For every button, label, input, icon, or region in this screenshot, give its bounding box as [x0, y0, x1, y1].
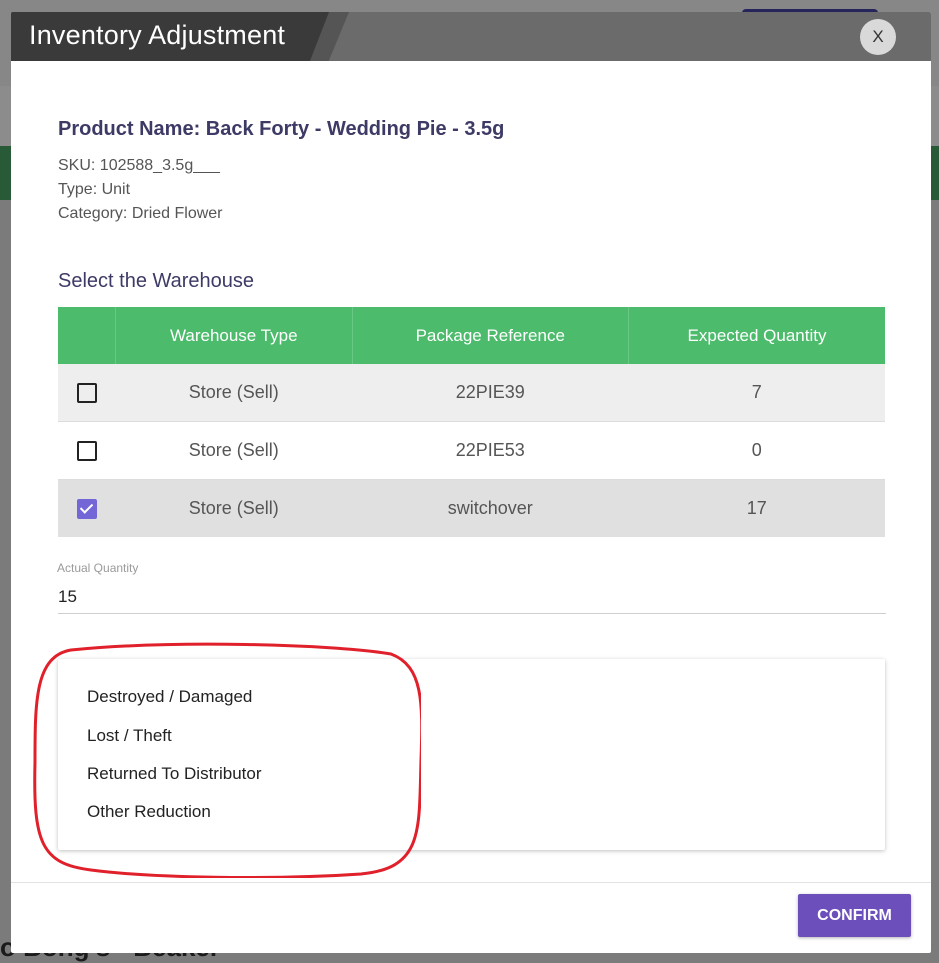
warehouse-type-cell: Store (Sell): [115, 479, 352, 537]
table-row[interactable]: Store (Sell) 22PIE53 0: [58, 421, 885, 480]
warehouse-table: Warehouse Type Package Reference Expecte…: [58, 307, 885, 537]
table-header-row: Warehouse Type Package Reference Expecte…: [58, 307, 885, 364]
warehouse-section-title: Select the Warehouse: [58, 270, 255, 292]
row-checkbox-checked[interactable]: [76, 499, 97, 520]
red-annotation-circle: [33, 642, 421, 878]
package-reference-cell: 22PIE39: [352, 364, 629, 422]
actual-quantity-label: Actual Quantity: [57, 561, 139, 575]
product-type: Type: Unit: [58, 181, 131, 198]
close-button[interactable]: X: [860, 19, 896, 55]
actual-quantity-input[interactable]: 15: [58, 587, 77, 607]
expected-quantity-cell: 0: [628, 421, 885, 480]
product-name: Product Name: Back Forty - Wedding Pie -…: [58, 118, 505, 140]
header-warehouse-type: Warehouse Type: [115, 307, 352, 364]
row-checkbox[interactable]: [76, 383, 97, 404]
header-select: [58, 307, 116, 364]
header-expected-quantity: Expected Quantity: [628, 307, 885, 364]
row-select-cell: [58, 479, 116, 537]
table-row[interactable]: Store (Sell) 22PIE39 7: [58, 364, 885, 422]
product-sku: SKU: 102588_3.5g___: [58, 157, 220, 174]
footer-divider: [11, 882, 931, 883]
table-row[interactable]: Store (Sell) switchover 17: [58, 479, 885, 537]
warehouse-type-cell: Store (Sell): [115, 421, 352, 480]
modal-header: Inventory Adjustment X: [11, 12, 931, 61]
row-select-cell: [58, 421, 116, 480]
header-package-reference: Package Reference: [351, 307, 629, 364]
actual-quantity-underline: [58, 613, 886, 614]
modal-title: Inventory Adjustment: [29, 20, 286, 50]
confirm-button[interactable]: CONFIRM: [798, 894, 911, 937]
product-category: Category: Dried Flower: [58, 205, 223, 222]
expected-quantity-cell: 17: [628, 479, 885, 537]
row-checkbox[interactable]: [76, 441, 97, 462]
row-select-cell: [58, 364, 116, 422]
expected-quantity-cell: 7: [628, 364, 885, 422]
warehouse-type-cell: Store (Sell): [115, 364, 352, 422]
package-reference-cell: 22PIE53: [352, 421, 629, 480]
package-reference-cell: switchover: [352, 479, 629, 537]
